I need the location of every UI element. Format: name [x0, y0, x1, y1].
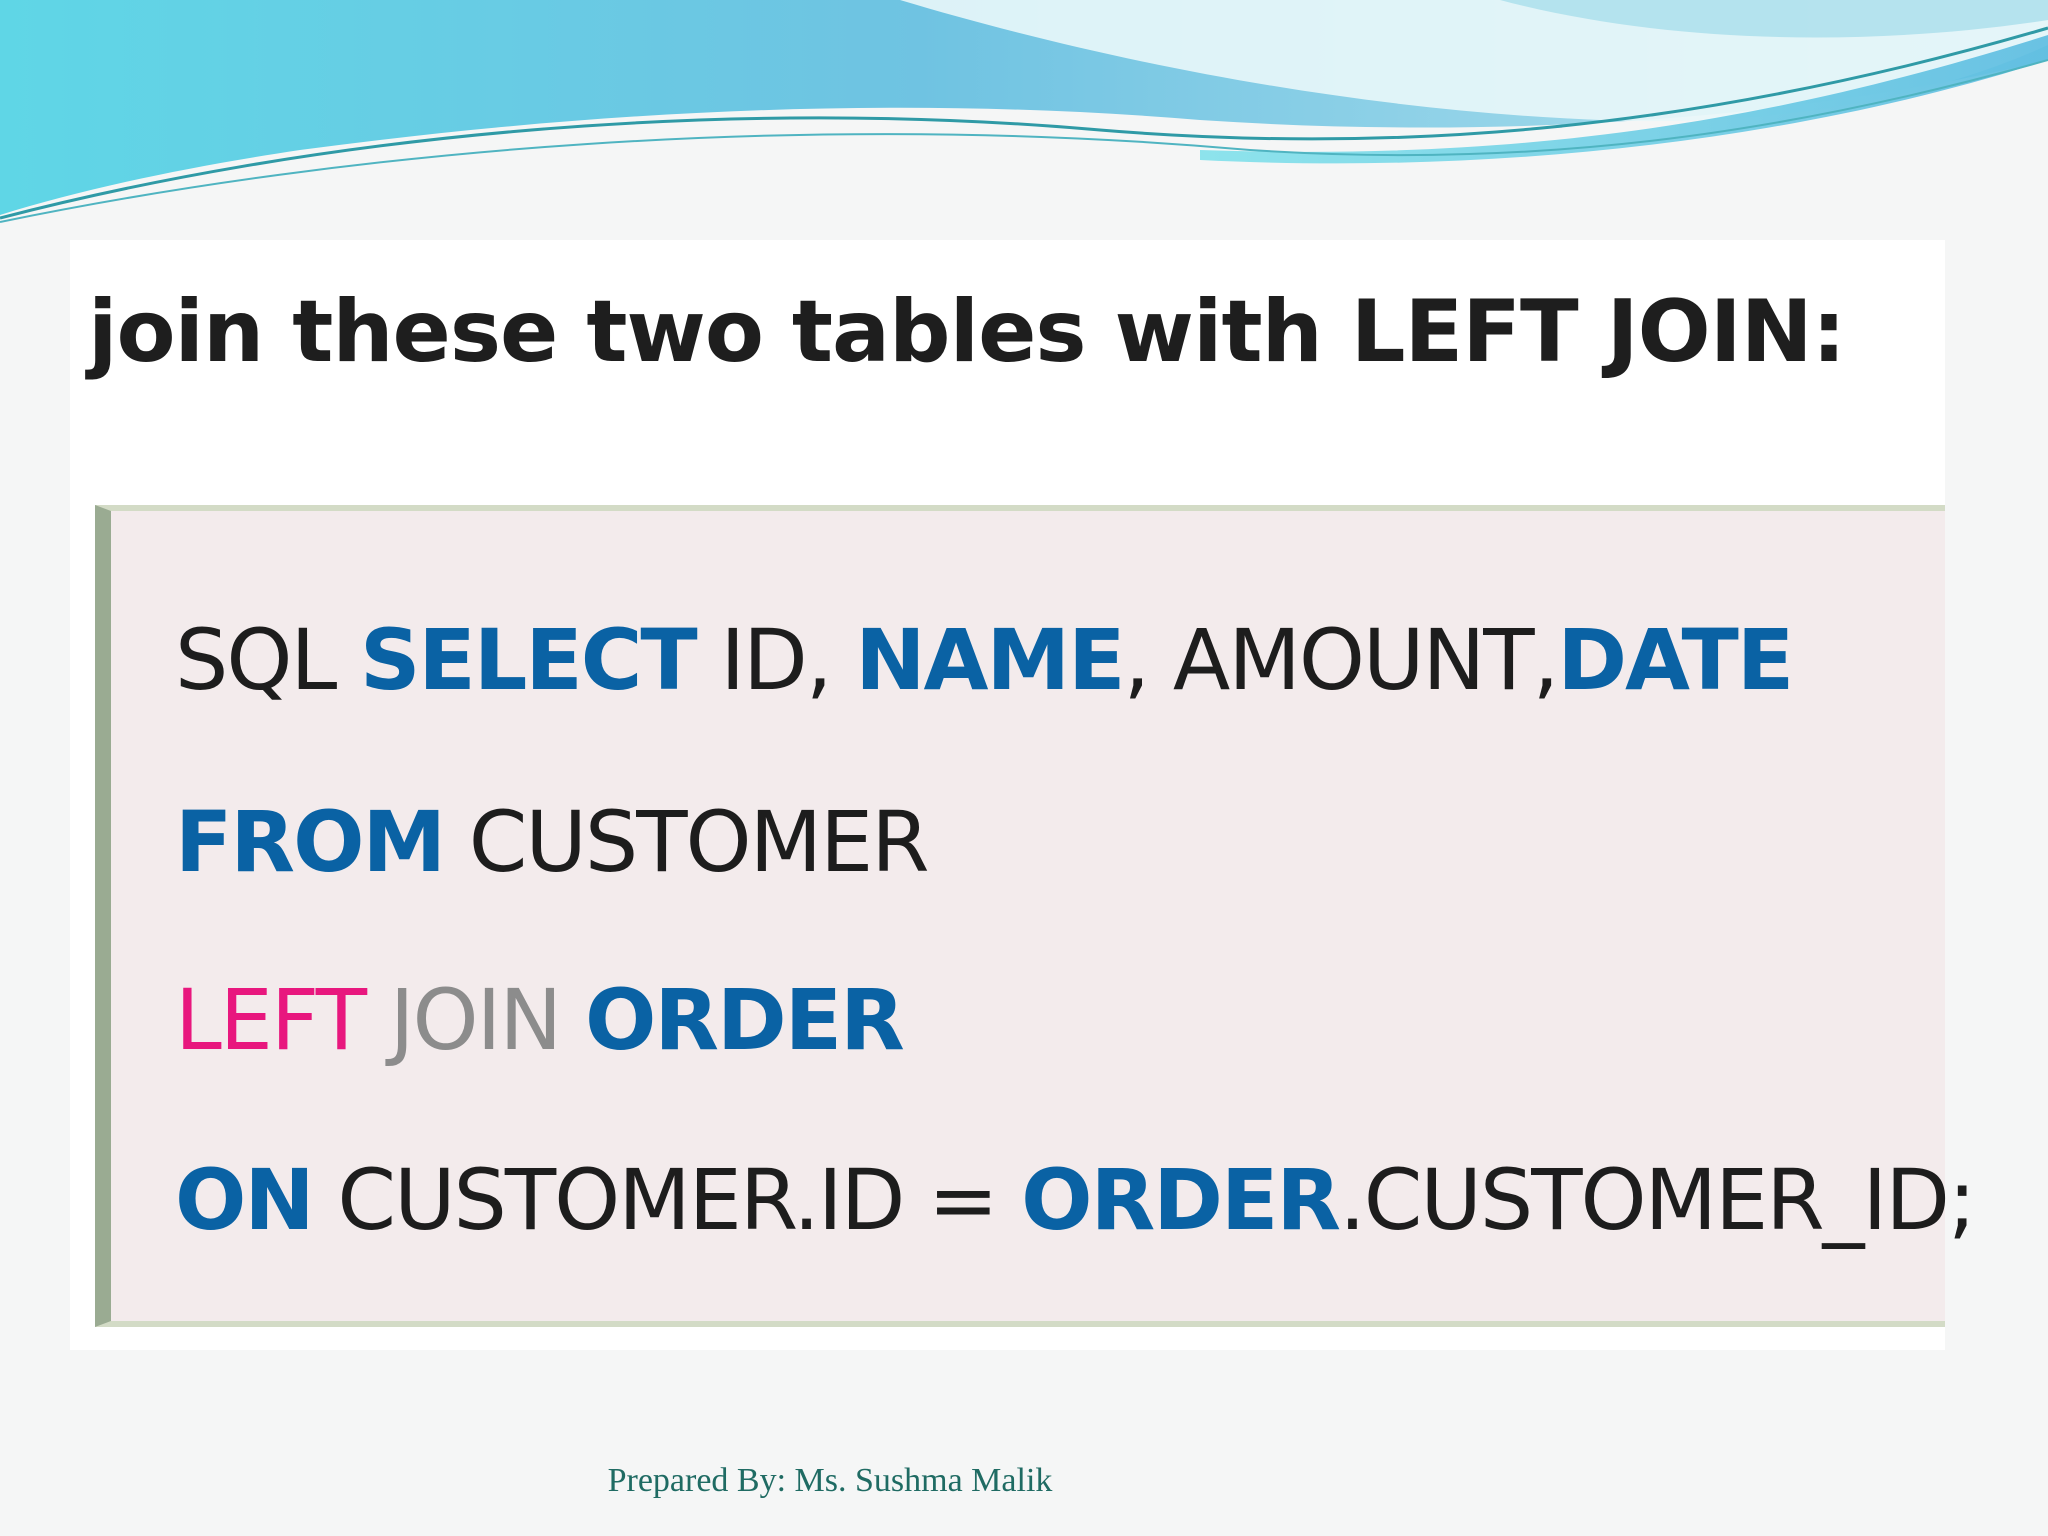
code-line-from: FROM CUSTOMER — [175, 793, 930, 891]
header-wave-decoration — [0, 0, 2048, 223]
code-keyword-join: JOIN — [365, 971, 585, 1069]
code-token: SQL — [175, 611, 360, 709]
code-keyword-order: ORDER — [1021, 1151, 1341, 1249]
code-keyword-order: ORDER — [584, 971, 905, 1069]
code-keyword-date: DATE — [1557, 611, 1794, 709]
code-keyword-select: SELECT — [359, 611, 698, 709]
code-line-select: SQL SELECT ID, NAME, AMOUNT,DATE — [175, 611, 1794, 709]
code-keyword-on: ON — [175, 1151, 315, 1249]
code-token: CUSTOMER — [444, 793, 930, 891]
code-line-on: ON CUSTOMER.ID = ORDER.CUSTOMER_ID; — [175, 1151, 1976, 1249]
slide-heading: join these two tables with LEFT JOIN: — [88, 282, 1846, 382]
sql-code-block: SQL SELECT ID, NAME, AMOUNT,DATE FROM CU… — [95, 505, 1976, 1327]
code-keyword-name: NAME — [855, 611, 1125, 709]
code-token: ID, — [695, 611, 856, 709]
code-token: CUSTOMER.ID = — [312, 1151, 1022, 1249]
code-keyword-left: LEFT — [175, 971, 367, 1069]
code-token: , AMOUNT, — [1123, 611, 1560, 709]
footer-credit: Prepared By: Ms. Sushma Malik — [607, 1462, 1053, 1499]
code-token: .CUSTOMER_ID; — [1339, 1151, 1976, 1249]
code-keyword-from: FROM — [175, 793, 446, 891]
code-line-left-join: LEFT JOIN ORDER — [175, 971, 905, 1069]
